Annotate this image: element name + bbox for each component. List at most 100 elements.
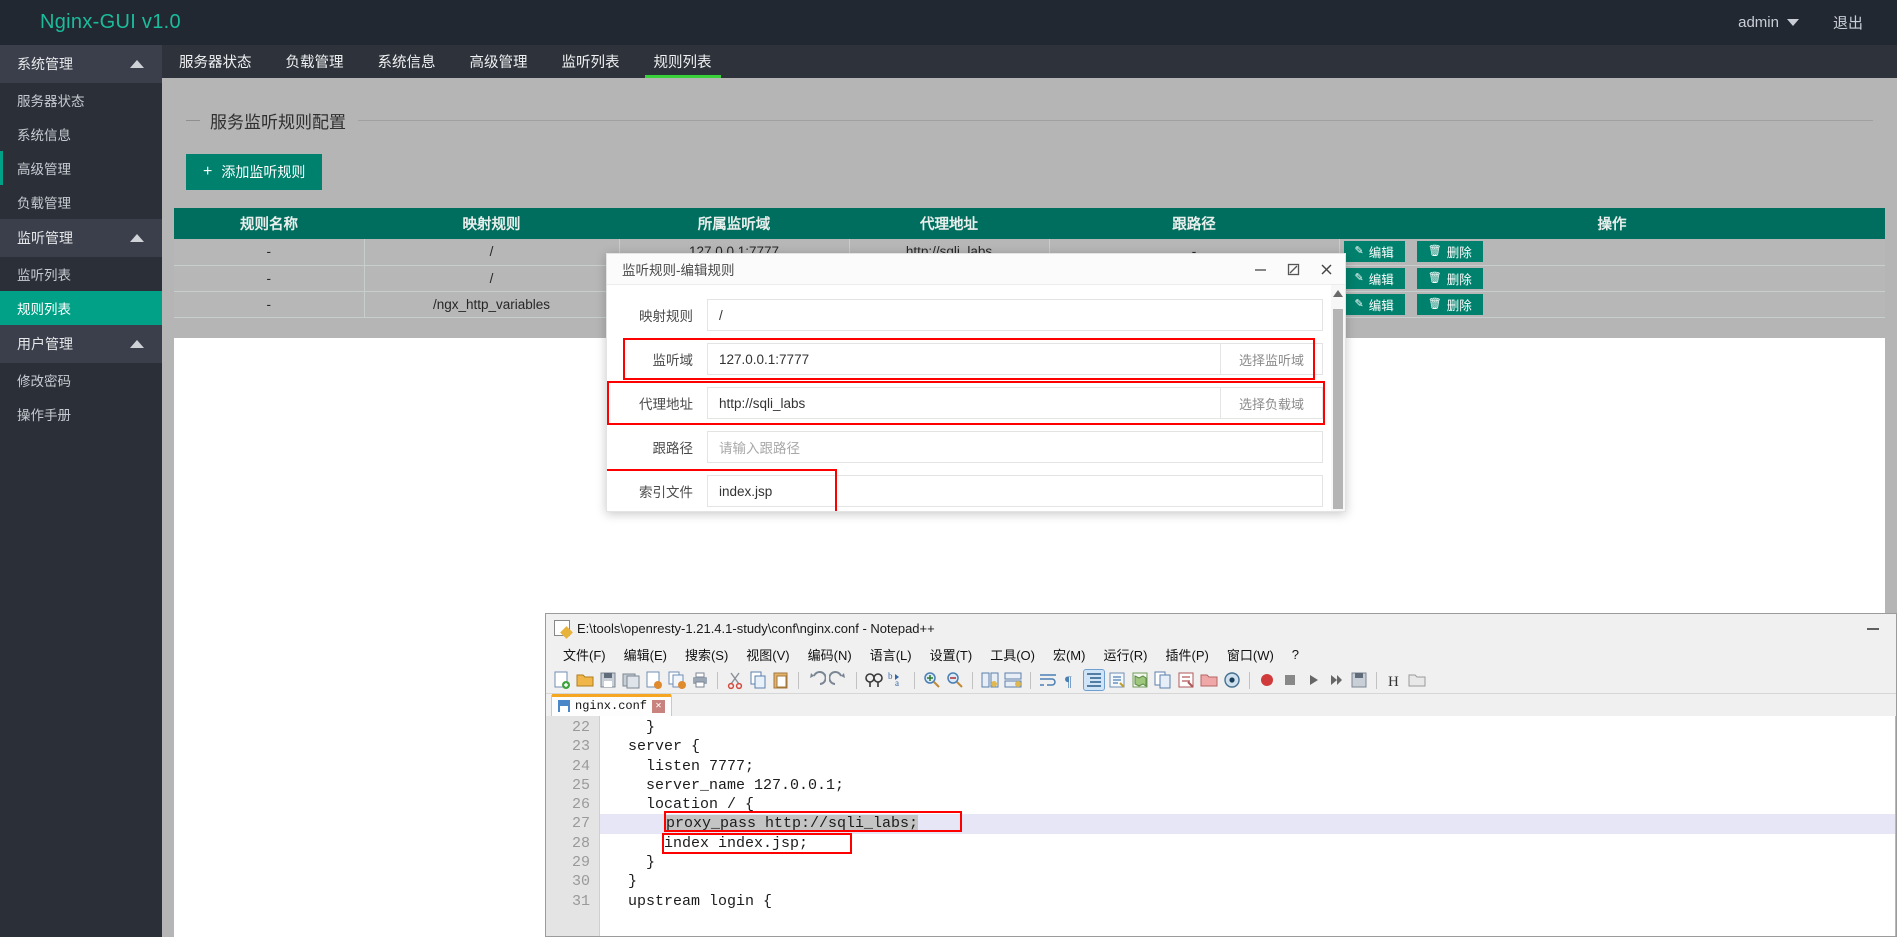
code-area[interactable]: } server { listen 7777; server_name 127.… bbox=[600, 716, 1896, 936]
menu-search[interactable]: 搜索(S) bbox=[676, 645, 737, 664]
paste-icon[interactable] bbox=[771, 670, 791, 690]
monitor-icon[interactable] bbox=[1222, 670, 1242, 690]
line-number: 26 bbox=[571, 796, 590, 814]
close-all-files-icon[interactable] bbox=[667, 670, 687, 690]
tab-server-status[interactable]: 服务器状态 bbox=[162, 45, 269, 78]
function-list-icon[interactable] bbox=[1153, 670, 1173, 690]
proxy-address-input[interactable]: http://sqli_labs bbox=[707, 387, 1221, 419]
code-line: upstream login { bbox=[610, 892, 773, 910]
edit-button[interactable]: ✎ 编辑 bbox=[1343, 293, 1405, 315]
index-file-input[interactable]: index.jsp bbox=[707, 475, 1323, 507]
tab-listen-list[interactable]: 监听列表 bbox=[545, 45, 637, 78]
pencil-square-icon: ✎ bbox=[1354, 245, 1364, 258]
play-macro-icon[interactable] bbox=[1303, 670, 1323, 690]
line-number: 22 bbox=[571, 719, 590, 736]
cut-icon[interactable] bbox=[725, 670, 745, 690]
scrollbar-thumb[interactable] bbox=[1333, 309, 1343, 509]
menu-macro[interactable]: 宏(M) bbox=[1044, 645, 1095, 664]
text-direction-icon[interactable]: H bbox=[1384, 670, 1404, 690]
sidebar-group-user[interactable]: 用户管理 bbox=[0, 325, 162, 363]
sidebar-item-change-password[interactable]: 修改密码 bbox=[0, 363, 162, 397]
minimize-icon[interactable] bbox=[1850, 614, 1896, 642]
scroll-up-arrow-icon[interactable] bbox=[1333, 290, 1343, 297]
menu-file[interactable]: 文件(F) bbox=[554, 645, 615, 664]
delete-button[interactable]: 🗑 删除 bbox=[1416, 241, 1483, 263]
modal-scrollbar[interactable] bbox=[1331, 285, 1345, 511]
print-icon[interactable] bbox=[690, 670, 710, 690]
zoom-out-icon[interactable] bbox=[945, 670, 965, 690]
menu-language[interactable]: 语言(L) bbox=[861, 645, 921, 664]
indent-guide-icon[interactable] bbox=[1083, 669, 1105, 691]
close-icon[interactable] bbox=[1318, 261, 1335, 278]
menu-help[interactable]: ? bbox=[1283, 647, 1308, 662]
menu-view[interactable]: 视图(V) bbox=[737, 645, 798, 664]
menu-plugins[interactable]: 插件(P) bbox=[1157, 645, 1218, 664]
tab-rule-list[interactable]: 规则列表 bbox=[637, 45, 729, 78]
sidebar-item-system-info[interactable]: 系统信息 bbox=[0, 117, 162, 151]
edit-label: 编辑 bbox=[1368, 272, 1394, 287]
save-macro-icon[interactable] bbox=[1349, 670, 1369, 690]
open-file-icon[interactable] bbox=[575, 670, 595, 690]
new-file-icon[interactable] bbox=[552, 670, 572, 690]
notepad-editor[interactable]: 22 23 24 25 26 27 28 29 30 31 } server {… bbox=[546, 716, 1896, 936]
menu-settings[interactable]: 设置(T) bbox=[921, 645, 982, 664]
folder-icon[interactable] bbox=[1407, 670, 1427, 690]
menu-encoding[interactable]: 编码(N) bbox=[799, 645, 861, 664]
save-icon[interactable] bbox=[598, 670, 618, 690]
tab-advanced[interactable]: 高级管理 bbox=[453, 45, 545, 78]
play-multiple-macro-icon[interactable] bbox=[1326, 670, 1346, 690]
doc-map-icon[interactable] bbox=[1130, 670, 1150, 690]
notepad-file-tab[interactable]: nginx.conf ✕ bbox=[551, 694, 673, 716]
menu-run[interactable]: 运行(R) bbox=[1094, 645, 1156, 664]
delete-button[interactable]: 🗑 删除 bbox=[1416, 293, 1483, 315]
redo-icon[interactable] bbox=[828, 670, 849, 690]
menu-tools[interactable]: 工具(O) bbox=[981, 645, 1044, 664]
sidebar-item-listen-list[interactable]: 监听列表 bbox=[0, 257, 162, 291]
sidebar-item-server-status[interactable]: 服务器状态 bbox=[0, 83, 162, 117]
tab-system-info[interactable]: 系统信息 bbox=[361, 45, 453, 78]
sidebar-group-system[interactable]: 系统管理 bbox=[0, 45, 162, 83]
sync-scroll-v-icon[interactable] bbox=[980, 670, 1000, 690]
col-mapping-rule: 映射规则 bbox=[364, 208, 619, 239]
close-file-icon[interactable] bbox=[644, 670, 664, 690]
stop-macro-icon[interactable] bbox=[1280, 670, 1300, 690]
close-icon[interactable]: ✕ bbox=[652, 699, 666, 713]
listen-domain-input[interactable]: 127.0.0.1:7777 bbox=[707, 343, 1221, 375]
select-listen-domain-button[interactable]: 选择监听域 bbox=[1221, 343, 1323, 375]
sidebar-item-rule-list[interactable]: 规则列表 bbox=[0, 291, 162, 325]
line-number: 25 bbox=[571, 776, 590, 794]
open-folder-icon[interactable] bbox=[1199, 670, 1219, 690]
delete-button[interactable]: 🗑 删除 bbox=[1416, 267, 1483, 289]
sidebar-group-listen[interactable]: 监听管理 bbox=[0, 219, 162, 257]
zoom-in-icon[interactable] bbox=[922, 670, 942, 690]
root-path-input[interactable]: 请输入跟路径 bbox=[707, 431, 1323, 463]
udl-dialog-icon[interactable] bbox=[1107, 670, 1127, 690]
minimize-icon[interactable] bbox=[1252, 261, 1269, 278]
copy-icon[interactable] bbox=[748, 670, 768, 690]
sidebar-item-manual[interactable]: 操作手册 bbox=[0, 397, 162, 431]
maximize-icon[interactable] bbox=[1285, 261, 1302, 278]
user-menu[interactable]: admin bbox=[1738, 14, 1799, 31]
folder-as-workspace-icon[interactable] bbox=[1176, 670, 1196, 690]
sidebar-item-load-balance[interactable]: 负载管理 bbox=[0, 185, 162, 219]
trash-icon: 🗑 bbox=[1427, 297, 1442, 310]
undo-icon[interactable] bbox=[806, 670, 827, 690]
edit-button[interactable]: ✎ 编辑 bbox=[1343, 267, 1405, 289]
edit-button[interactable]: ✎ 编辑 bbox=[1343, 241, 1405, 263]
mapping-rule-input[interactable]: / bbox=[707, 299, 1323, 331]
tab-load-balance[interactable]: 负载管理 bbox=[269, 45, 361, 78]
sidebar-item-advanced[interactable]: 高级管理 bbox=[0, 151, 162, 185]
replace-icon[interactable]: ba bbox=[887, 670, 907, 690]
menu-edit[interactable]: 编辑(E) bbox=[615, 645, 676, 664]
add-listen-rule-button[interactable]: + 添加监听规则 bbox=[186, 154, 323, 190]
show-all-chars-icon[interactable]: ¶ bbox=[1061, 670, 1081, 690]
menu-window[interactable]: 窗口(W) bbox=[1218, 645, 1283, 664]
select-upstream-button[interactable]: 选择负载域 bbox=[1221, 387, 1323, 419]
save-all-icon[interactable] bbox=[621, 670, 641, 690]
line-number: 29 bbox=[571, 854, 590, 872]
word-wrap-icon[interactable] bbox=[1038, 670, 1058, 690]
sync-scroll-h-icon[interactable] bbox=[1003, 670, 1023, 690]
record-macro-icon[interactable] bbox=[1257, 670, 1277, 690]
logout-button[interactable]: 退出 bbox=[1833, 12, 1863, 33]
find-icon[interactable] bbox=[864, 670, 884, 690]
